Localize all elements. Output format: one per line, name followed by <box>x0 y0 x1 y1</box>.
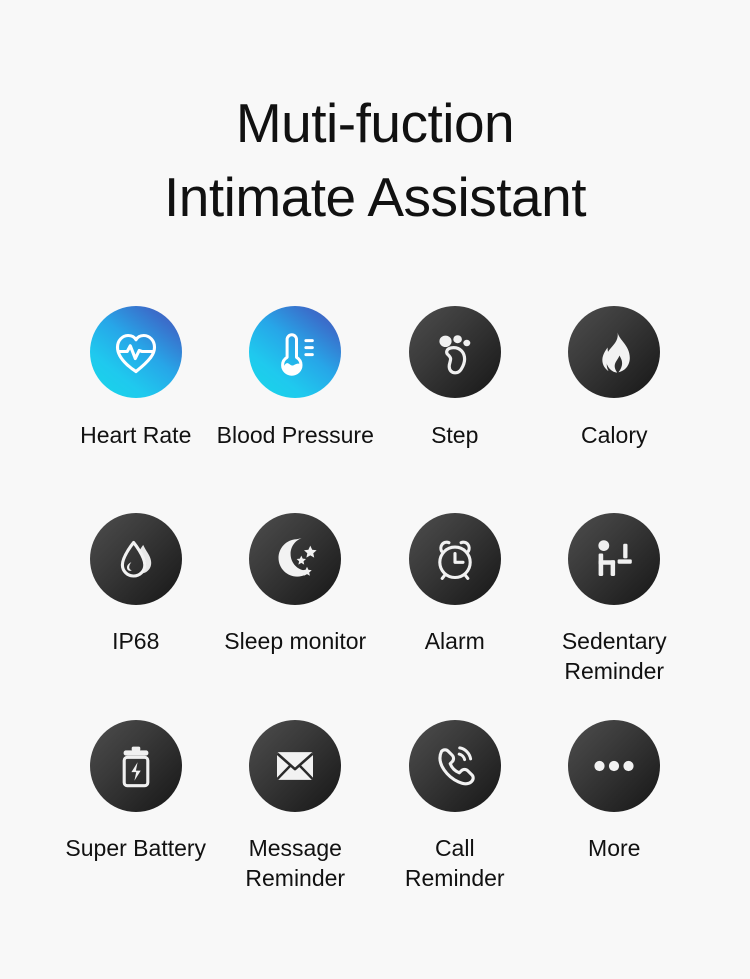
heart-rate-badge <box>89 306 182 398</box>
call-reminder-badge <box>408 720 501 812</box>
feature-item-message-reminder[interactable]: Message Reminder <box>216 720 376 927</box>
super-battery-badge <box>89 720 182 812</box>
feature-label: Alarm <box>424 628 485 654</box>
feature-label: Call Reminder <box>404 835 505 891</box>
alarm-badge <box>408 513 501 605</box>
moon-stars-icon <box>268 532 322 586</box>
calory-badge <box>568 306 661 398</box>
page-title-line-1: Muti-fuction <box>235 92 515 154</box>
feature-item-super-battery[interactable]: Super Battery <box>56 720 216 927</box>
feature-item-heart-rate[interactable]: Heart Rate <box>56 306 216 513</box>
flame-icon <box>587 325 641 379</box>
blood-pressure-badge <box>249 306 342 398</box>
alarm-clock-icon <box>428 532 482 586</box>
page-title: Muti-fuction Intimate Assistant <box>0 0 750 234</box>
promo-page: Muti-fuction Intimate Assistant Heart Ra… <box>0 0 750 979</box>
water-drop-icon <box>109 532 163 586</box>
heart-rate-icon <box>109 325 163 379</box>
feature-item-sleep-monitor[interactable]: Sleep monitor <box>216 513 376 720</box>
feature-label: More <box>588 835 641 861</box>
feature-label: Sedentary Reminder <box>561 628 667 684</box>
feature-item-call-reminder[interactable]: Call Reminder <box>375 720 535 927</box>
ellipsis-icon <box>587 739 641 793</box>
page-title-line-2: Intimate Assistant <box>163 166 587 228</box>
footprint-icon <box>428 325 482 379</box>
feature-item-sedentary-reminder[interactable]: Sedentary Reminder <box>535 513 695 720</box>
feature-item-step[interactable]: Step <box>375 306 535 513</box>
feature-item-alarm[interactable]: Alarm <box>375 513 535 720</box>
feature-label: IP68 <box>112 628 160 654</box>
sleep-monitor-badge <box>249 513 342 605</box>
thermometer-icon <box>268 325 322 379</box>
sedentary-person-icon <box>587 532 641 586</box>
feature-item-ip68[interactable]: IP68 <box>56 513 216 720</box>
sedentary-reminder-badge <box>568 513 661 605</box>
feature-item-calory[interactable]: Calory <box>535 306 695 513</box>
feature-label: Sleep monitor <box>224 628 367 654</box>
ip68-badge <box>89 513 182 605</box>
battery-charging-icon <box>109 739 163 793</box>
feature-label: Blood Pressure <box>216 422 374 448</box>
feature-item-blood-pressure[interactable]: Blood Pressure <box>216 306 376 513</box>
feature-item-more[interactable]: More <box>535 720 695 927</box>
phone-handset-icon <box>428 739 482 793</box>
envelope-icon <box>268 739 322 793</box>
feature-label: Step <box>431 422 479 448</box>
feature-grid: Heart Rate Blood Pressure Step Calory IP… <box>0 306 750 927</box>
feature-label: Heart Rate <box>80 422 192 448</box>
more-badge <box>568 720 661 812</box>
message-reminder-badge <box>249 720 342 812</box>
feature-label: Calory <box>581 422 648 448</box>
step-badge <box>408 306 501 398</box>
feature-label: Message Reminder <box>245 835 346 891</box>
feature-label: Super Battery <box>65 835 207 861</box>
